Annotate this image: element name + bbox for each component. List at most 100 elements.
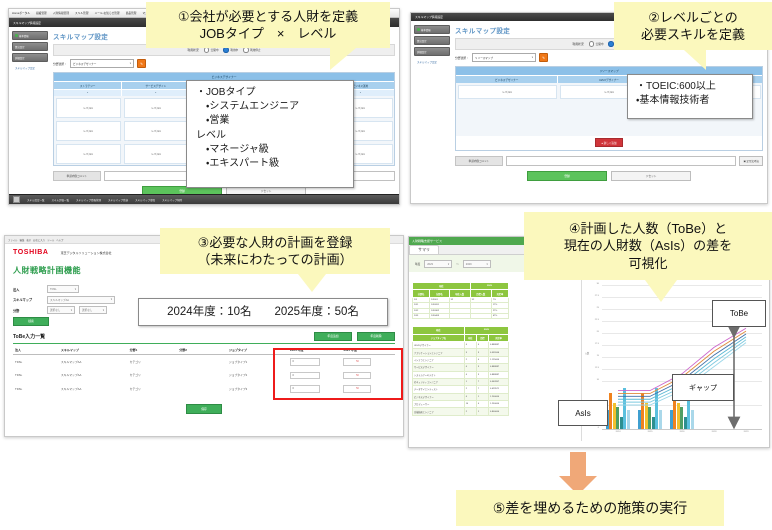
start-icon[interactable] [13, 196, 20, 203]
taskbar-item[interactable]: スキルマップ情報管理 [76, 198, 101, 202]
search-button[interactable]: 検索 [13, 316, 49, 326]
taskbar-item[interactable]: スキル設定一覧 [27, 198, 45, 202]
add-new-button[interactable]: ● 新しく追加 [595, 138, 623, 147]
cell: サービスデザイナー [412, 363, 465, 372]
taskbar-item[interactable]: スキルマップ削除 [162, 198, 182, 202]
grid-cell[interactable]: レベル1 [55, 143, 121, 164]
callout-3-tail [298, 274, 326, 292]
taskbar-item[interactable]: スキルマップ登録 [108, 198, 128, 202]
status-dot-icon [417, 28, 420, 31]
cell-2025: 50 [341, 369, 395, 383]
sidebar-link-skillmap[interactable]: スキルマップ設定 [414, 58, 450, 64]
menu-item[interactable]: 人財情報管理 [53, 11, 69, 15]
edit-button[interactable]: ✎ [539, 53, 548, 62]
input-2025[interactable]: 50 [343, 385, 372, 393]
year-to-select[interactable]: 2029 ▾ [462, 260, 491, 268]
input-2024[interactable]: 0 [290, 358, 320, 366]
delete-year-button[interactable]: 年度削除 [357, 331, 395, 341]
cell: 2 [463, 355, 477, 365]
grid-cell[interactable]: レベル1 [123, 120, 189, 141]
taskbar-item[interactable]: スキル評価一覧 [52, 198, 70, 202]
menu-item[interactable]: お気に入り [33, 238, 45, 242]
radio-icon [243, 47, 249, 53]
field2-select[interactable]: 選択なし ▾ [79, 306, 107, 314]
menu-item[interactable]: 組織管理 [36, 11, 47, 15]
field1-select[interactable]: 選択なし ▾ [47, 306, 75, 314]
table-row: インフラエンジニア 2 4 1.125000 [412, 355, 509, 365]
note-line: ・TOEIC:600以上 [636, 81, 716, 92]
table-row: データサイエンティスト 2 7 0.629571 [412, 385, 509, 394]
grid-cell[interactable]: レベル1 [457, 84, 557, 99]
tab-summary[interactable]: サマリ [409, 245, 439, 254]
menu-item[interactable]: ファイル [8, 238, 18, 242]
company-name: 東芝デジタルソリューション株式会社 [60, 250, 112, 255]
cell-corp: TDSL [15, 386, 23, 391]
col-field1: 分野1 [127, 345, 178, 355]
menu-item[interactable]: メール・お知らせ管理 [95, 11, 120, 15]
section-buttons: 年度追加 年度削除 [314, 331, 395, 341]
edit-button[interactable]: ✎ [137, 59, 146, 68]
callout-line: ③必要な人財の計画を登録 [197, 234, 353, 250]
save-row: 保存 [5, 403, 403, 414]
year-from-select[interactable]: 2023 ▾ [424, 260, 453, 268]
grid-cell[interactable]: レベル1 [55, 120, 121, 141]
menu-item[interactable]: ツール [47, 238, 54, 242]
field-select[interactable]: リソースマップ ▾ [472, 53, 536, 62]
col-year-2024: 2024 年度 [288, 345, 342, 355]
skillmap-select[interactable]: スキルマップAA ▾ [47, 295, 115, 304]
radio-public[interactable]: 公開中 [203, 47, 218, 53]
note-line: ・マネージャ級 [196, 143, 269, 155]
sidebar-item-calc-settings[interactable]: 算出設定 [12, 42, 48, 51]
menu-item[interactable]: ヘルプ [56, 238, 63, 242]
callout-line: ①会社が必要とする人財を定義 [177, 8, 359, 24]
radio-stopped[interactable]: 利用停止 [243, 47, 261, 53]
radio-icon [588, 41, 595, 47]
input-2024[interactable]: 0 [290, 371, 320, 379]
col-current: 現在人数 [448, 289, 471, 298]
grid-cell[interactable]: レベル1 [55, 97, 121, 118]
cell-2025: 50 [341, 382, 395, 396]
input-2025[interactable]: 50 [343, 358, 372, 366]
annotation-gap-label: ギャップ [689, 384, 717, 392]
menu-item[interactable]: Homeポータル [12, 11, 30, 15]
sidebar-item-detail-settings[interactable]: 詳細設定 [12, 53, 48, 62]
callout-line: ②レベルごとの [648, 9, 738, 25]
sidebar-item-basic-info[interactable]: 基本情報 [12, 31, 48, 40]
menu-item[interactable]: 編集 [20, 238, 25, 242]
corp-select[interactable]: TDSL ▾ [47, 285, 79, 293]
input-2024[interactable]: 0 [290, 385, 320, 393]
table-row: DX3 DX0463 67% [411, 312, 510, 320]
cell: 先端技術エンジニア [412, 407, 465, 416]
save-button[interactable]: 保存 [186, 403, 222, 414]
window-title: スキルマップ情報設定 [13, 20, 41, 25]
cell: 1 [463, 377, 477, 387]
input-2025[interactable]: 50 [343, 371, 372, 379]
radio-in-use[interactable]: 利用中 [223, 47, 238, 53]
menu-item[interactable]: 表示 [26, 238, 31, 242]
radio-public[interactable]: 公開中 [588, 41, 603, 47]
comment-input[interactable] [506, 156, 737, 166]
col-current: 現在 [463, 333, 477, 343]
taskbar-item[interactable]: スキルマップ参照 [135, 198, 155, 202]
sidebar-item-detail-settings[interactable]: 詳細設定 [414, 47, 450, 56]
cell-skillmap: スキルマップAA [60, 386, 82, 391]
field-label: 分野 [13, 308, 20, 313]
submit-button[interactable]: 登録 [527, 171, 607, 181]
menu-item[interactable]: スキル管理 [75, 11, 88, 15]
table-row: アプリケーションエンジニア 3 3 0.555556 [412, 348, 509, 357]
cell-2024: 0 [288, 369, 341, 383]
template-text-button[interactable]: ▣ 定型文呼出 [739, 156, 763, 166]
field-select[interactable]: ビジネスデザイナー ▾ [70, 59, 134, 68]
grid-cell[interactable]: レベル1 [123, 143, 189, 164]
sidebar-item-basic-info[interactable]: 基本情報 [414, 25, 450, 34]
grid-cell[interactable]: レベル1 [123, 97, 189, 118]
status-dot-icon [15, 34, 18, 37]
reset-button[interactable]: リセット [611, 171, 691, 181]
sidebar-link-skillmap[interactable]: スキルマップ設定 [12, 64, 48, 70]
add-year-button[interactable]: 年度追加 [314, 331, 352, 341]
cell: プロデューサー [412, 399, 465, 409]
sidebar-item-calc-settings[interactable]: 算出設定 [414, 36, 450, 45]
filter-label: 年度 [415, 263, 421, 266]
cell-corp: TDSL [15, 359, 23, 364]
menu-item[interactable]: 商品管理 [126, 11, 137, 15]
